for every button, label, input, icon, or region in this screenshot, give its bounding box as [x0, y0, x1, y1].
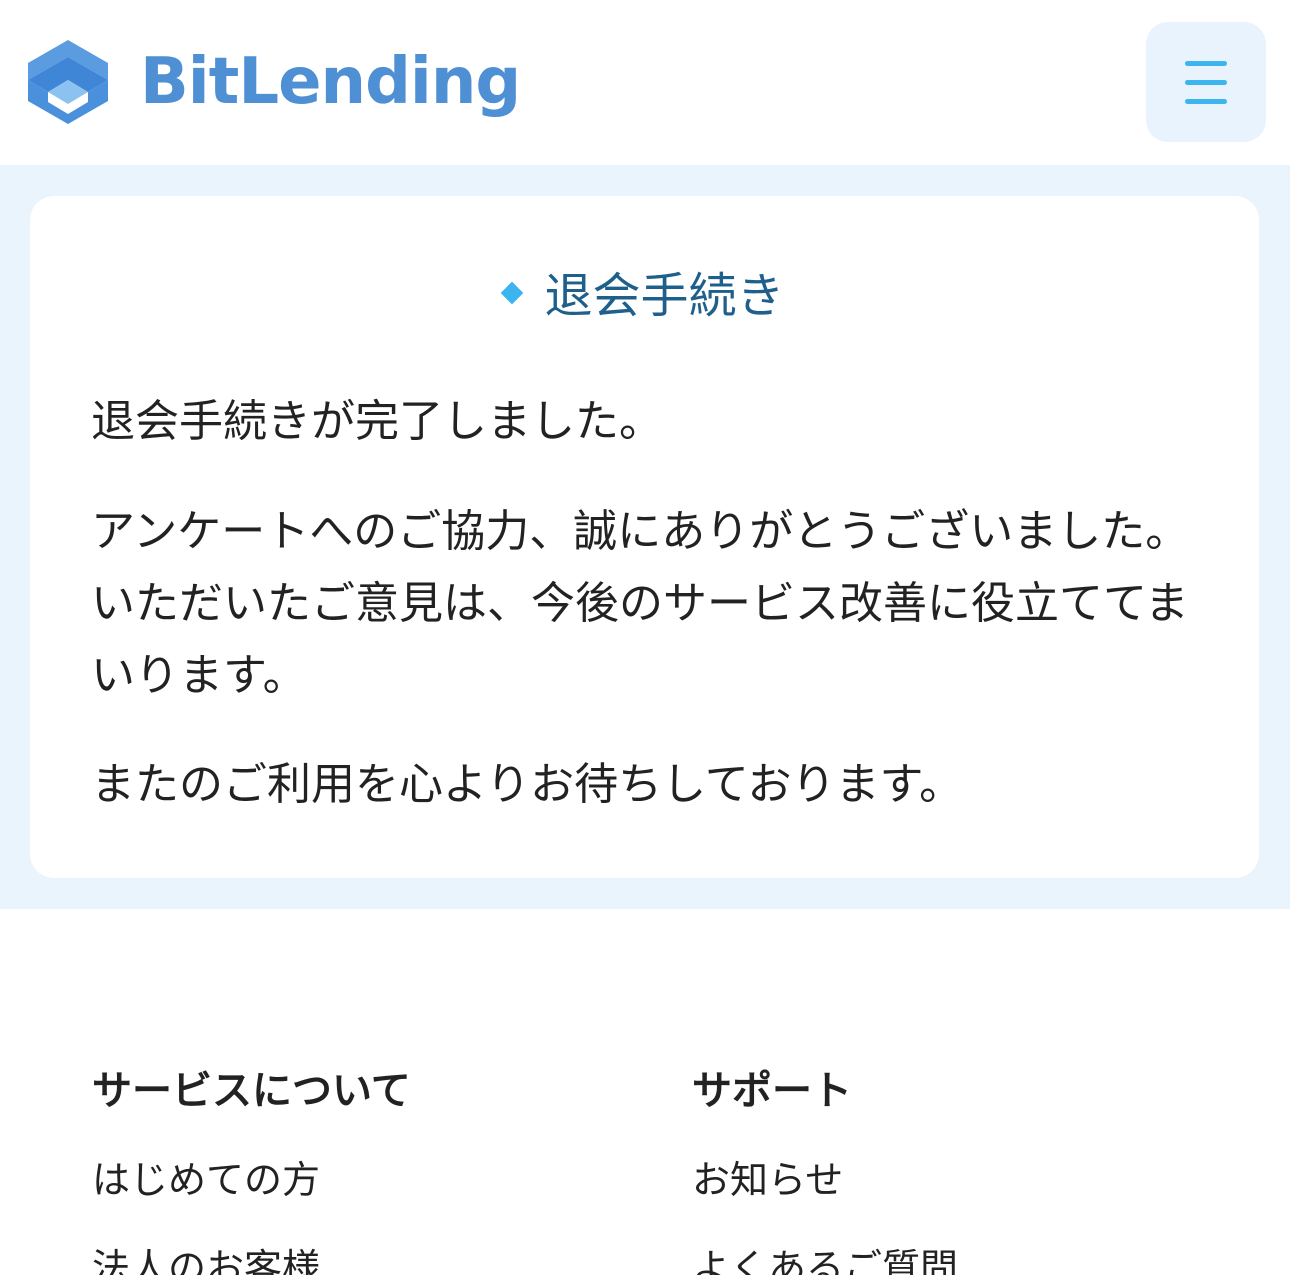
- footer-link-faq[interactable]: よくあるご質問: [692, 1243, 958, 1275]
- farewell-message: またのご利用を心よりお待ちしております。: [91, 759, 964, 810]
- hamburger-menu-button[interactable]: [1146, 22, 1266, 142]
- thanks-message: アンケートへのご協力、誠にありがとうございました。いただいたご意見は、今後のサー…: [91, 506, 1190, 701]
- footer-link-beginners[interactable]: はじめての方: [92, 1155, 411, 1205]
- completion-message: 退会手続きが完了しました。: [91, 396, 663, 447]
- site-footer: サービスについて はじめての方 法人のお客様 サポート お知らせ よくあるご質問: [0, 909, 1290, 1275]
- main-content: 退会手続き 退会手続きが完了しました。 アンケートへのご協力、誠にありがとうござ…: [0, 165, 1290, 909]
- footer-heading-support: サポート: [692, 1068, 852, 1114]
- logo-link[interactable]: BitLending: [24, 36, 521, 128]
- logo-text: BitLending: [140, 45, 521, 119]
- footer-link-news[interactable]: お知らせ: [692, 1155, 958, 1205]
- page-title-text: 退会手続き: [544, 268, 785, 324]
- footer-heading-service: サービスについて: [92, 1068, 411, 1114]
- footer-link-corporate[interactable]: 法人のお客様: [92, 1243, 411, 1275]
- page-title: 退会手続き: [30, 266, 1259, 326]
- diamond-bullet-icon: [501, 281, 524, 305]
- bitlending-logo-icon: [28, 40, 108, 124]
- site-header: BitLending: [0, 0, 1290, 165]
- footer-column-support: サポート お知らせ よくあるご質問: [692, 1065, 958, 1275]
- withdrawal-complete-card: 退会手続き 退会手続きが完了しました。 アンケートへのご協力、誠にありがとうござ…: [30, 196, 1259, 878]
- footer-column-service: サービスについて はじめての方 法人のお客様: [92, 1065, 411, 1275]
